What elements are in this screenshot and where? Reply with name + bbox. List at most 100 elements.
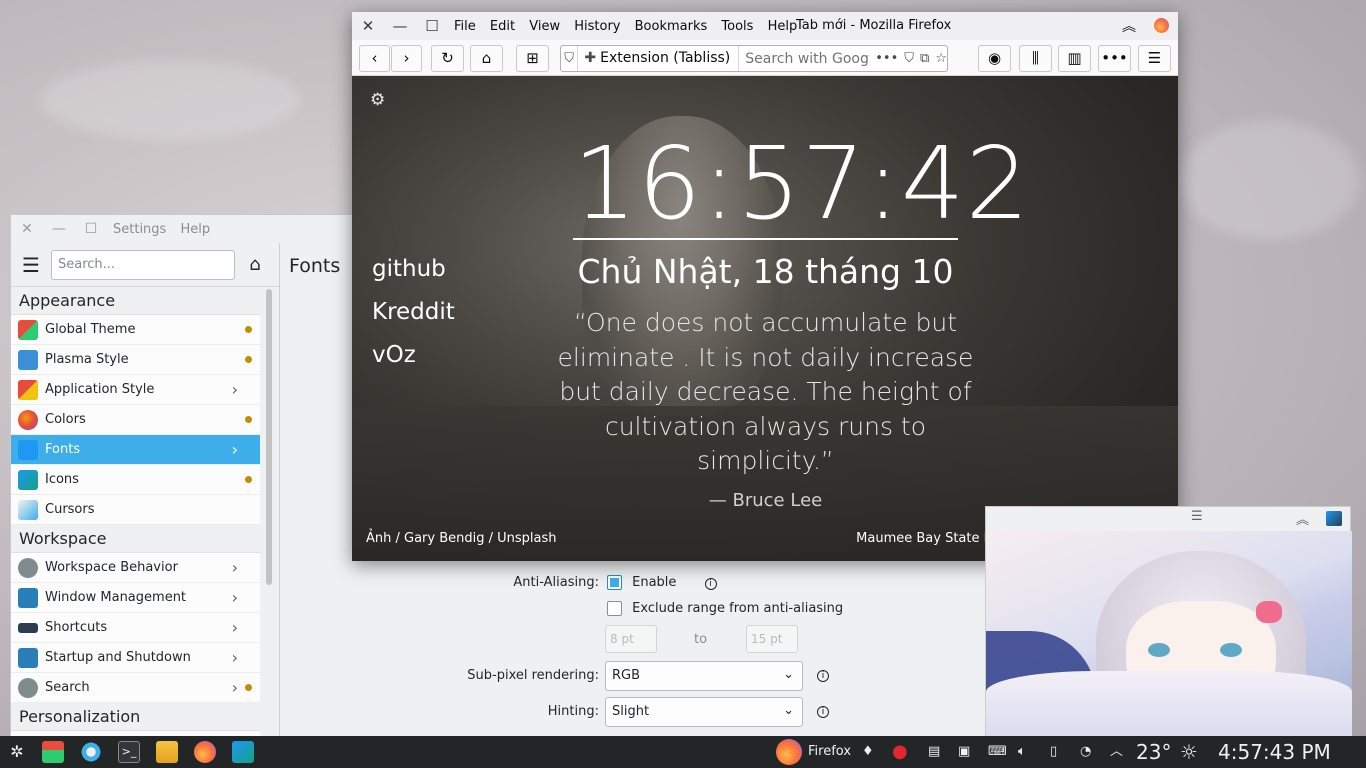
terminal-icon[interactable]: >_	[118, 741, 140, 763]
sidebar-item-application-style[interactable]: Application Style ›	[11, 375, 260, 405]
reload-icon[interactable]: ↻	[431, 45, 464, 72]
menu-tools[interactable]: Tools	[721, 19, 753, 34]
library-icon[interactable]: ⫼	[1019, 45, 1052, 72]
firefox-menubar: File Edit View History Bookmarks Tools H…	[454, 19, 807, 34]
sidebar-item-cursors[interactable]: Cursors	[11, 495, 260, 525]
taskbar-clock[interactable]: 4:57:43 PM	[1218, 736, 1331, 768]
chat-bubble-icon[interactable]: ◉	[978, 45, 1011, 72]
range-to-spinbox[interactable]: 15 pt	[746, 625, 798, 653]
shortcuts-icon	[18, 622, 38, 633]
menu-file[interactable]: File	[454, 19, 476, 34]
sidebar-scrollbar[interactable]	[266, 289, 272, 585]
sidebar-item-plasma-style[interactable]: Plasma Style	[11, 345, 260, 375]
category-appearance: Appearance	[11, 287, 260, 315]
minimize-icon[interactable]: —	[384, 17, 416, 35]
droplet-icon[interactable]: ♦	[862, 736, 874, 768]
firefox-task-label[interactable]: Firefox	[808, 736, 851, 768]
exclude-range-label: Exclude range from anti-aliasing	[632, 601, 844, 616]
quick-link-github[interactable]: github	[372, 256, 455, 282]
sidebar-item-search[interactable]: Search ›	[11, 673, 260, 703]
application-launcher-icon[interactable]: ✲	[6, 741, 28, 763]
subpixel-combobox[interactable]: RGB ⌄	[605, 661, 803, 691]
hamburger-menu-icon[interactable]: ☰	[1138, 45, 1171, 72]
menu-view[interactable]: View	[529, 19, 560, 34]
minimize-icon[interactable]: —	[43, 221, 75, 237]
keyboard-icon[interactable]: ⌨	[988, 736, 1007, 768]
sidebar-item-fonts[interactable]: Fonts ›	[11, 435, 260, 465]
image-viewer-taskbar-icon[interactable]	[232, 741, 254, 763]
keep-above-icon[interactable]: ︽	[1122, 16, 1136, 36]
menu-bookmarks[interactable]: Bookmarks	[635, 19, 708, 34]
sidebar-item-startup-shutdown[interactable]: Startup and Shutdown ›	[11, 643, 260, 673]
close-icon[interactable]: ✕	[352, 17, 384, 35]
identity-box[interactable]: ✚ Extension (Tabliss)	[578, 46, 740, 71]
maximize-icon[interactable]: ☐	[75, 221, 107, 237]
sidebar-icon[interactable]: ▥	[1058, 45, 1091, 72]
phone-icon[interactable]: ▯	[1050, 736, 1057, 768]
bookmark-star-icon[interactable]: ☆	[935, 51, 947, 66]
menu-edit[interactable]: Edit	[490, 19, 515, 34]
hamburger-menu-icon[interactable]: ☰	[1191, 509, 1203, 524]
photo-credit[interactable]: Ảnh / Gary Bendig / Unsplash	[366, 531, 557, 546]
menu-help[interactable]: Help	[180, 222, 210, 237]
file-manager-icon[interactable]	[156, 741, 178, 763]
hinting-combobox[interactable]: Slight ⌄	[605, 697, 803, 727]
sidebar-item-shortcuts[interactable]: Shortcuts ›	[11, 613, 260, 643]
firefox-navbar: ‹ › ↻ ⌂ ⊞ ⛉ ✚Extension (Tabliss) ••• ⛉ ⧉…	[352, 40, 1178, 76]
settings-search-input[interactable]	[51, 249, 235, 280]
forward-icon[interactable]: ›	[391, 45, 422, 72]
home-icon[interactable]: ⌂	[470, 45, 503, 72]
quick-link-kreddit[interactable]: Kreddit	[372, 299, 455, 325]
url-bar[interactable]: ⛉ ✚Extension (Tabliss) ••• ⛉ ⧉ ☆	[560, 45, 948, 72]
application-style-icon	[18, 379, 38, 400]
range-from-spinbox[interactable]: 8 pt	[605, 625, 657, 653]
enable-checkbox[interactable]	[607, 575, 622, 590]
notes-icon[interactable]: ▤	[928, 736, 940, 768]
sidebar-item-colors[interactable]: Colors	[11, 405, 260, 435]
menu-history[interactable]: History	[574, 19, 620, 34]
quick-link-voz[interactable]: vOz	[372, 342, 455, 368]
network-icon[interactable]: ◔	[1080, 736, 1091, 768]
sidebar-item-icons[interactable]: Icons	[11, 465, 260, 495]
sidebar-item-workspace-behavior[interactable]: Workspace Behavior ›	[11, 553, 260, 583]
sidebar-item-label: Plasma Style	[45, 352, 129, 367]
maximize-icon[interactable]: ☐	[416, 17, 448, 35]
taskbar: ✲ >_ Firefox ♦ ● ▤ ▣ ⌨ 🔈︎ ▯ ◔ ︿ 23° ☼ 4:…	[0, 736, 1366, 768]
translate-icon[interactable]: ⧉	[920, 51, 929, 66]
anti-aliasing-enable[interactable]: Enable i	[607, 575, 717, 590]
url-input[interactable]	[745, 50, 870, 67]
sidebar-item-global-theme[interactable]: Global Theme	[11, 315, 260, 345]
menu-settings[interactable]: Settings	[113, 222, 166, 237]
record-icon[interactable]: ●	[892, 736, 908, 768]
system-settings-icon[interactable]	[80, 741, 102, 763]
info-icon[interactable]: i	[704, 578, 717, 590]
firefox-task-icon[interactable]	[776, 739, 802, 765]
volume-icon[interactable]: 🔈︎	[1018, 736, 1026, 768]
store-icon[interactable]	[42, 741, 64, 763]
page-actions-icon[interactable]: •••	[875, 51, 898, 66]
weather-temperature[interactable]: 23°	[1136, 736, 1171, 768]
back-icon[interactable]: ‹	[359, 45, 390, 72]
exclude-range-option[interactable]: Exclude range from anti-aliasing	[607, 601, 843, 616]
overflow-icon[interactable]: •••	[1098, 45, 1131, 72]
expand-tray-icon[interactable]: ︿	[1110, 736, 1123, 768]
info-icon[interactable]: i	[817, 670, 829, 682]
close-icon[interactable]: ✕	[11, 221, 43, 237]
exclude-range-checkbox[interactable]	[607, 601, 622, 616]
keep-above-icon[interactable]: ︽	[1296, 509, 1309, 528]
clipboard-icon[interactable]: ▣	[958, 736, 970, 768]
image-shape	[1220, 643, 1242, 657]
home-icon[interactable]: ⌂	[235, 254, 275, 275]
info-icon[interactable]: i	[817, 706, 829, 718]
sidebar-item-label: Shortcuts	[45, 620, 108, 635]
image-viewer-window: ☰ ︽	[985, 506, 1352, 737]
gear-icon[interactable]: ⚙	[370, 90, 385, 110]
sidebar-item-window-management[interactable]: Window Management ›	[11, 583, 260, 613]
changed-indicator-dot	[245, 356, 252, 363]
pocket-icon[interactable]: ⛉	[904, 51, 914, 66]
tracking-shield-icon[interactable]: ⛉	[561, 46, 579, 71]
new-tab-icon[interactable]: ⊞	[516, 45, 549, 72]
menu-help[interactable]: Help	[768, 19, 798, 34]
firefox-taskbar-icon[interactable]	[194, 741, 216, 763]
hamburger-menu-icon[interactable]: ☰	[11, 253, 51, 277]
